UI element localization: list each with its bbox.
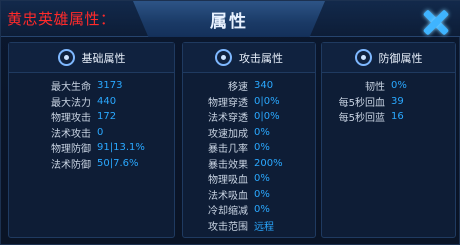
attribute-value: 200% <box>254 157 283 169</box>
attribute-label: 法术防御 <box>51 159 91 171</box>
attribute-value: 0% <box>391 80 407 92</box>
sword-icon <box>215 49 232 66</box>
attribute-label: 每5秒回血 <box>338 97 385 109</box>
column-header: 基础属性 <box>9 43 174 73</box>
attribute-value: 50|7.6% <box>97 157 139 169</box>
attribute-row: 韧性 0% <box>322 78 455 94</box>
attribute-label: 物理攻击 <box>51 113 91 125</box>
attribute-row: 物理攻击 172 <box>9 109 174 125</box>
attribute-label: 物理吸血 <box>208 175 248 187</box>
attribute-value: 0|0% <box>254 95 280 107</box>
column-title: 防御属性 <box>378 51 423 65</box>
attribute-row: 暴击几率 0% <box>183 140 315 156</box>
attribute-label: 暴击几率 <box>208 144 248 156</box>
attribute-value: 340 <box>254 80 274 92</box>
attribute-value: 0% <box>254 173 270 185</box>
title-tab: 属性 <box>133 1 325 37</box>
attribute-value: 39 <box>391 95 404 107</box>
attribute-value: 440 <box>97 95 117 107</box>
attribute-label: 物理防御 <box>51 144 91 156</box>
hero-caption: 黄忠英雄属性： <box>7 10 116 28</box>
column-header: 攻击属性 <box>183 43 315 73</box>
attribute-value: 远程 <box>254 221 274 233</box>
attribute-row: 法术攻击 0 <box>9 125 174 141</box>
attribute-row: 冷却缩减 0% <box>183 202 315 218</box>
attribute-row: 物理防御 91|13.1% <box>9 140 174 156</box>
attribute-row: 法术吸血 0% <box>183 187 315 203</box>
attribute-row: 法术穿透 0|0% <box>183 109 315 125</box>
panel-title: 属性 <box>210 11 248 32</box>
attribute-label: 攻击范围 <box>208 221 248 233</box>
attribute-row: 法术防御 50|7.6% <box>9 156 174 172</box>
shield-icon <box>354 49 372 66</box>
attribute-value: 172 <box>97 111 117 123</box>
attribute-value: 0 <box>97 126 104 138</box>
attribute-label: 移速 <box>228 82 248 94</box>
attribute-label: 最大法力 <box>51 97 91 109</box>
attack-attributes-column: 攻击属性 移速 340 物理穿透 0|0% 法术穿透 0|0% 攻速加成 0% 暴击几率 0% 暴击… <box>182 42 316 238</box>
attribute-row: 攻击范围 远程 <box>183 218 315 234</box>
attribute-row: 暴击效果 200% <box>183 156 315 172</box>
attribute-row: 移速 340 <box>183 78 315 94</box>
attribute-label: 暴击效果 <box>208 159 248 171</box>
column-title: 攻击属性 <box>239 51 283 65</box>
attribute-row: 物理吸血 0% <box>183 171 315 187</box>
attribute-value: 0% <box>254 204 270 216</box>
attribute-label: 攻速加成 <box>208 128 248 140</box>
attribute-label: 物理穿透 <box>208 97 248 109</box>
attribute-list: 韧性 0% 每5秒回血 39 每5秒回蓝 16 <box>322 73 455 125</box>
attribute-value: 16 <box>391 111 404 123</box>
attribute-label: 法术吸血 <box>208 190 248 202</box>
attribute-row: 每5秒回血 39 <box>322 94 455 110</box>
attribute-value: 0|0% <box>254 111 280 123</box>
attribute-label: 最大生命 <box>51 82 91 94</box>
attribute-label: 韧性 <box>365 82 385 94</box>
close-button[interactable] <box>405 5 450 36</box>
attribute-list: 移速 340 物理穿透 0|0% 法术穿透 0|0% 攻速加成 0% 暴击几率 0% 暴击效果 200… <box>183 73 315 233</box>
attribute-label: 法术攻击 <box>51 128 91 140</box>
attribute-label: 法术穿透 <box>208 113 248 125</box>
attributes-panel: 属性 黄忠英雄属性： 基础属性 最大生命 3173 最大法力 440 物理攻击 172 法术… <box>0 0 460 245</box>
attribute-value: 0% <box>254 142 270 154</box>
attribute-value: 3173 <box>97 80 123 92</box>
column-title: 基础属性 <box>81 51 126 65</box>
attribute-label: 每5秒回蓝 <box>338 113 385 125</box>
attribute-value: 91|13.1% <box>97 142 145 154</box>
defense-attributes-column: 防御属性 韧性 0% 每5秒回血 39 每5秒回蓝 16 <box>321 42 456 238</box>
attribute-value: 0% <box>254 126 270 138</box>
basic-attributes-column: 基础属性 最大生命 3173 最大法力 440 物理攻击 172 法术攻击 0 物理防御 91|1… <box>8 42 175 238</box>
attribute-label: 冷却缩减 <box>208 206 248 218</box>
attribute-row: 攻速加成 0% <box>183 125 315 141</box>
attribute-value: 0% <box>254 188 270 200</box>
attribute-list: 最大生命 3173 最大法力 440 物理攻击 172 法术攻击 0 物理防御 91|13.1% 法… <box>9 73 174 171</box>
attribute-row: 物理穿透 0|0% <box>183 94 315 110</box>
attribute-row: 最大生命 3173 <box>9 78 174 94</box>
attribute-row: 最大法力 440 <box>9 94 174 110</box>
attribute-row: 每5秒回蓝 16 <box>322 109 455 125</box>
gear-icon <box>57 49 75 66</box>
column-header: 防御属性 <box>322 43 455 73</box>
